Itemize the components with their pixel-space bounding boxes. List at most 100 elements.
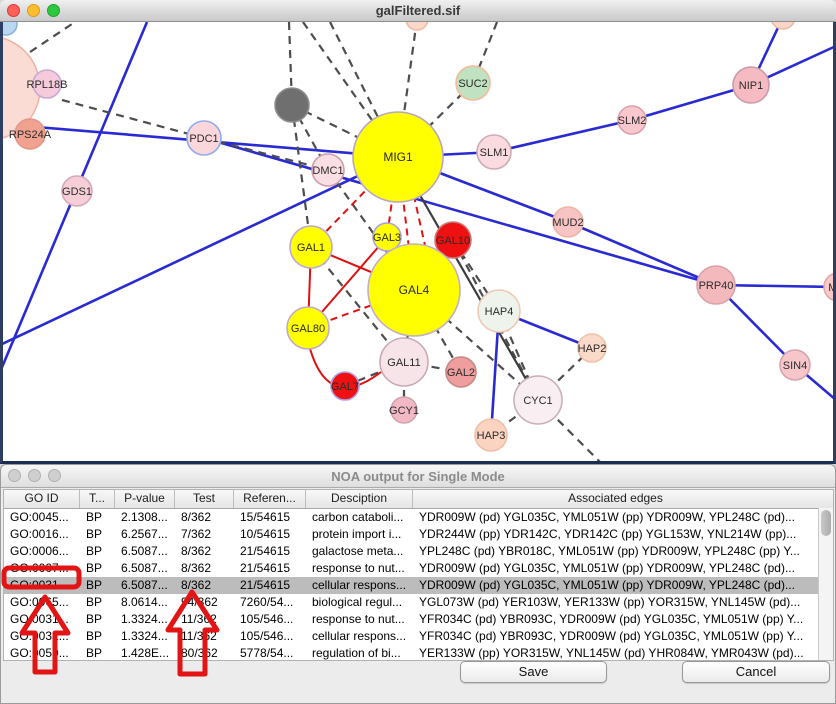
cell: biological regul... [306,594,413,611]
column-header[interactable]: P-value [115,490,175,508]
cell: GO:0045... [4,509,80,526]
node-gray-unlabeled[interactable] [275,88,309,122]
cell: YER133W (pp) YOR315W, YNL145W (pd) YHR08… [413,645,818,662]
cell: GO:0065... [4,594,80,611]
cell: 6.5087... [115,577,175,594]
cell: YGL073W (pd) YER103W, YER133W (pp) YOR31… [413,594,818,611]
table-row[interactable]: GO:0031...BP1.3324...11/362105/546...cel… [4,628,833,645]
node-peach-cut-b[interactable] [771,22,795,29]
cell: carbon cataboli... [306,509,413,526]
cell: regulation of bi... [306,645,413,662]
cell: GO:0016... [4,526,80,543]
node-label: PDC1 [189,133,218,145]
cell: response to nut... [306,560,413,577]
save-button[interactable]: Save [460,661,607,683]
cell: YDR009W (pd) YGL035C, YML051W (pp) YDR00… [413,560,818,577]
table-row[interactable]: GO:0031...BP1.3324...11/362105/546...res… [4,611,833,628]
network-graph: RPL18BRPS24AGDS1PDC1DMC1MIG1SUC2SLM1SLM2… [3,22,833,461]
node-label: SLM2 [618,115,647,127]
cell: 105/546... [234,611,306,628]
node-label: SUC2 [458,78,487,90]
cell: 7/362 [175,526,234,543]
results-table: GO IDT...P-valueTestReferen...Desciption… [3,489,834,661]
node-label: SIN4 [783,360,807,372]
cell: YFR034C (pd) YBR093C, YDR009W (pd) YGL03… [413,628,818,645]
cell: BP [80,509,115,526]
node-label: DMC1 [312,165,343,177]
scrollbar-thumb[interactable] [821,510,831,536]
column-header[interactable]: Associated edges [413,490,818,508]
column-header[interactable]: Referen... [234,490,306,508]
table-body: GO:0045...BP2.1308...8/36215/54615carbon… [4,509,833,662]
cell: 1.3324... [115,611,175,628]
cell: BP [80,577,115,594]
node-peach-cut-a[interactable] [406,22,428,30]
cell: 10/54615 [234,526,306,543]
node-label: HAP3 [477,430,506,442]
cell: 8/362 [175,560,234,577]
cell: 80/362 [175,645,234,662]
vertical-scrollbar[interactable] [818,508,833,660]
network-canvas[interactable]: RPL18BRPS24AGDS1PDC1DMC1MIG1SUC2SLM1SLM2… [0,22,836,464]
cell: GO:0006... [4,543,80,560]
screen: galFiltered.sif RPL18BRPS24AGDS1PDC1DMC1… [0,0,836,704]
table-row[interactable]: GO:0016...BP6.2567...7/36210/54615protei… [4,526,833,543]
cell: 21/54615 [234,577,306,594]
node-label: PRP40 [699,280,734,292]
cell: 15/54615 [234,509,306,526]
cell: 21/54615 [234,543,306,560]
cell: BP [80,543,115,560]
noa-window-title: NOA output for Single Mode [1,469,835,484]
column-header[interactable]: T... [80,490,115,508]
cell: 2.1308... [115,509,175,526]
cell: GO:0007... [4,560,80,577]
cell: BP [80,645,115,662]
cancel-button[interactable]: Cancel [682,661,830,683]
node-label: GAL1 [297,242,325,254]
node-label: RPS24A [9,129,52,141]
graph-window-title: galFiltered.sif [0,3,836,18]
cell: response to nut... [306,611,413,628]
node-label: MSI [828,282,833,294]
noa-window: NOA output for Single Mode GO IDT...P-va… [0,464,836,704]
cell: 1.428E... [115,645,175,662]
cell: BP [80,594,115,611]
column-header[interactable]: Test [175,490,234,508]
node-label: GAL10 [436,235,470,247]
cell: 7260/54... [234,594,306,611]
cell: YFR034C (pd) YBR093C, YDR009W (pd) YGL03… [413,611,818,628]
table-row[interactable]: GO:0006...BP6.5087...8/36221/54615galact… [4,543,833,560]
node-label: GAL80 [291,323,325,335]
cell: cellular respons... [306,577,413,594]
node-label: SLM1 [480,147,509,159]
cell: 8/362 [175,543,234,560]
column-header[interactable]: Desciption [306,490,413,508]
node-label: GAL3 [373,232,401,244]
cell: 5778/54... [234,645,306,662]
node-label: GAL7 [331,381,359,393]
node-label: RPL18B [27,79,68,91]
table-row[interactable]: GO:0007...BP6.5087...8/36221/54615respon… [4,560,833,577]
table-row[interactable]: GO:0031...BP6.5087...8/36221/54615cellul… [4,577,833,594]
cell: GO:0031... [4,611,80,628]
cell: 8.0614... [115,594,175,611]
cell: 8/362 [175,509,234,526]
column-header[interactable]: GO ID [4,490,80,508]
graph-window: galFiltered.sif RPL18BRPS24AGDS1PDC1DMC1… [0,0,836,464]
cell: GO:0031... [4,628,80,645]
cell: 21/54615 [234,560,306,577]
cell: GO:0050... [4,645,80,662]
cell: 11/362 [175,628,234,645]
cell: 1.3324... [115,628,175,645]
cell: BP [80,611,115,628]
cell: cellular respons... [306,628,413,645]
node-blue-cut[interactable] [3,22,17,35]
table-row[interactable]: GO:0050...BP1.428E...80/3625778/54...reg… [4,645,833,662]
edge-blue [568,222,716,285]
table-row[interactable]: GO:0045...BP2.1308...8/36215/54615carbon… [4,509,833,526]
node-label: HAP2 [578,343,607,355]
cell: BP [80,560,115,577]
cell: 105/546... [234,628,306,645]
table-row[interactable]: GO:0065...BP8.0614...94/3627260/54...bio… [4,594,833,611]
cell: GO:0031... [4,577,80,594]
